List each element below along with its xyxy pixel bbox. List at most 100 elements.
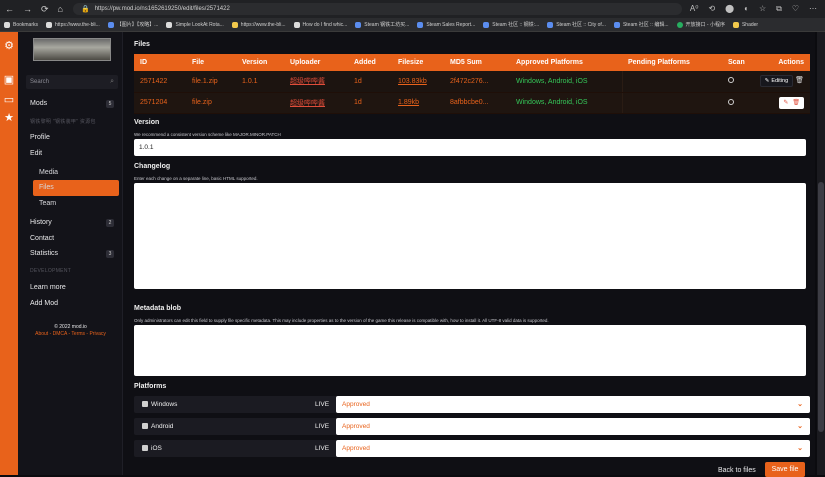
bookmarks-icon xyxy=(4,21,10,28)
file-uploader[interactable]: 超级哔哔酱 xyxy=(284,71,348,93)
extension-2-icon[interactable]: ◐ xyxy=(744,4,749,14)
file-name: file.1.zip xyxy=(186,71,236,93)
platforms-heading: Platforms xyxy=(134,383,167,390)
sidebar-item-add-mod[interactable]: Add Mod xyxy=(30,300,58,307)
star-icon[interactable]: ★ xyxy=(3,112,15,124)
platform-status-select[interactable]: Approved ⌄ xyxy=(336,418,810,435)
sidebar-item-learn-more[interactable]: Learn more xyxy=(30,284,66,291)
metadata-textarea[interactable] xyxy=(134,325,806,376)
file-md5: 2f472c276... xyxy=(444,71,510,93)
bookmark-item[interactable]: https://www.the-bli... xyxy=(231,21,286,28)
back-to-files-link[interactable]: Back to files xyxy=(718,467,756,474)
sidebar-item-files[interactable]: Files xyxy=(39,184,54,191)
menu-icon[interactable]: ⋯ xyxy=(809,4,817,14)
forward-icon[interactable]: → xyxy=(23,4,32,15)
page-scrollbar[interactable] xyxy=(817,32,825,475)
back-icon[interactable]: ← xyxy=(5,4,14,15)
files-table: ID File Version Uploader Added Filesize … xyxy=(134,54,810,114)
page-icon xyxy=(46,21,53,28)
changelog-textarea[interactable] xyxy=(134,183,806,289)
file-size-link[interactable]: 103.83kb xyxy=(392,71,444,93)
table-row[interactable]: 2571204 file.zip 超级哔哔酱 1d 1.89kb 8afbbcb… xyxy=(134,92,810,114)
editing-button[interactable]: ✎ Editing xyxy=(759,75,794,88)
lock-icon: 🔒 xyxy=(80,6,90,13)
game-banner[interactable] xyxy=(33,38,111,61)
reload-icon[interactable]: ⟳ xyxy=(41,4,49,15)
bookmark-item[interactable]: 开放接口 - 小程序 xyxy=(676,21,725,28)
bookmark-item[interactable]: Steam 钢铁工坊买... xyxy=(355,21,409,28)
steam-icon xyxy=(483,21,490,28)
pencil-icon[interactable]: ✎ xyxy=(783,99,788,106)
chevron-down-icon: ⌄ xyxy=(797,423,803,430)
sidebar-item-media[interactable]: Media xyxy=(39,169,58,176)
footer-links[interactable]: About - DMCA - Terms - Privacy xyxy=(18,331,123,337)
bookmark-item[interactable]: https://www.the-bli... xyxy=(46,21,100,28)
platform-name: Windows xyxy=(151,401,178,408)
steam-icon xyxy=(355,21,362,28)
actions-cell: ✎ Editing 🗑 xyxy=(750,71,810,93)
metadata-heading: Metadata blob xyxy=(134,305,182,312)
extension-icon[interactable]: ⬤ xyxy=(725,4,734,14)
file-pending xyxy=(621,71,722,93)
live-label: LIVE xyxy=(315,445,330,452)
scan-status-icon xyxy=(728,77,734,84)
version-input[interactable]: 1.0.1 xyxy=(134,139,806,156)
refresh-extension-icon[interactable]: ⟲ xyxy=(708,4,715,14)
game-thumb-icon[interactable]: ▣ xyxy=(3,74,15,86)
platform-row-windows: Windows LIVE Approved ⌄ xyxy=(134,396,810,413)
windows-checkbox[interactable] xyxy=(142,401,148,407)
bookmark-item[interactable]: Shader xyxy=(732,21,758,28)
sidebar-item-profile[interactable]: Profile xyxy=(30,134,50,141)
search-placeholder: Search xyxy=(30,79,50,85)
home-icon[interactable]: ⌂ xyxy=(58,4,63,15)
col-uploader: Uploader xyxy=(284,54,348,71)
address-bar[interactable]: 🔒 https://pw.mod.io/ns1652619250/edit/fi… xyxy=(72,3,682,15)
version-heading: Version xyxy=(134,119,160,126)
read-aloud-icon[interactable]: A⁰ xyxy=(690,4,699,14)
sidebar-item-team[interactable]: Team xyxy=(39,200,56,207)
favorites-icon[interactable]: ☆ xyxy=(759,4,766,14)
trash-icon[interactable]: 🗑 xyxy=(795,77,804,84)
ios-checkbox[interactable] xyxy=(142,445,148,451)
table-row[interactable]: 2571422 file.1.zip 1.0.1 超级哔哔酱 1d 103.83… xyxy=(134,71,810,93)
file-size-link[interactable]: 1.89kb xyxy=(392,92,444,114)
bookmark-item[interactable]: Steam 社区 :: City of... xyxy=(547,21,606,28)
bookmark-item[interactable]: Steam 社区 :: 编辑... xyxy=(613,21,669,28)
search-icon[interactable]: ⌕ xyxy=(110,78,114,86)
collections-icon[interactable]: ⧉ xyxy=(776,4,782,14)
changelog-heading: Changelog xyxy=(134,163,171,170)
col-actions: Actions xyxy=(750,54,810,71)
col-added: Added xyxy=(348,54,392,71)
file-name: file.zip xyxy=(186,92,236,114)
actions-cell: ✎ 🗑 xyxy=(750,92,810,114)
sidebar-item-statistics[interactable]: Statistics xyxy=(30,250,58,257)
scrollbar-thumb[interactable] xyxy=(818,182,824,432)
platform-status-select[interactable]: Approved ⌄ xyxy=(336,440,810,457)
file-added: 1d xyxy=(348,71,392,93)
bookmark-item[interactable]: Simple LookAt Rota... xyxy=(166,21,224,28)
file-uploader[interactable]: 超级哔哔酱 xyxy=(284,92,348,114)
sidebar-item-history[interactable]: History xyxy=(30,219,52,226)
row-actions-button[interactable]: ✎ 🗑 xyxy=(779,96,804,109)
scan-cell xyxy=(722,92,750,114)
bookmark-item[interactable]: 【图片】【攻略】... xyxy=(107,21,158,28)
bookmark-item[interactable]: Bookmarks xyxy=(4,21,38,28)
sidebar-item-contact[interactable]: Contact xyxy=(30,235,54,242)
trash-icon[interactable]: 🗑 xyxy=(792,99,800,106)
search-input[interactable]: Search ⌕ xyxy=(26,75,118,89)
steam-icon xyxy=(613,21,620,28)
select-value: Approved xyxy=(342,445,370,452)
bookmark-item[interactable]: Steam Sales Report... xyxy=(417,21,475,28)
bookmark-item[interactable]: How do I find whic... xyxy=(293,21,347,28)
bookmark-item[interactable]: Steam 社区 :: 钢铁:... xyxy=(483,21,539,28)
scan-cell xyxy=(722,71,750,93)
android-checkbox[interactable] xyxy=(142,423,148,429)
gamepad-icon[interactable]: ▭ xyxy=(3,94,15,106)
url-text: https://pw.mod.io/ns1652619250/edit/file… xyxy=(94,6,230,12)
sidebar-item-mods[interactable]: Mods xyxy=(30,100,47,107)
platform-status-select[interactable]: Approved ⌄ xyxy=(336,396,810,413)
file-added: 1d xyxy=(348,92,392,114)
heart-icon[interactable]: ♡ xyxy=(792,4,799,14)
gear-icon[interactable]: ⚙ xyxy=(3,40,15,52)
sidebar-item-edit[interactable]: Edit xyxy=(30,150,42,157)
